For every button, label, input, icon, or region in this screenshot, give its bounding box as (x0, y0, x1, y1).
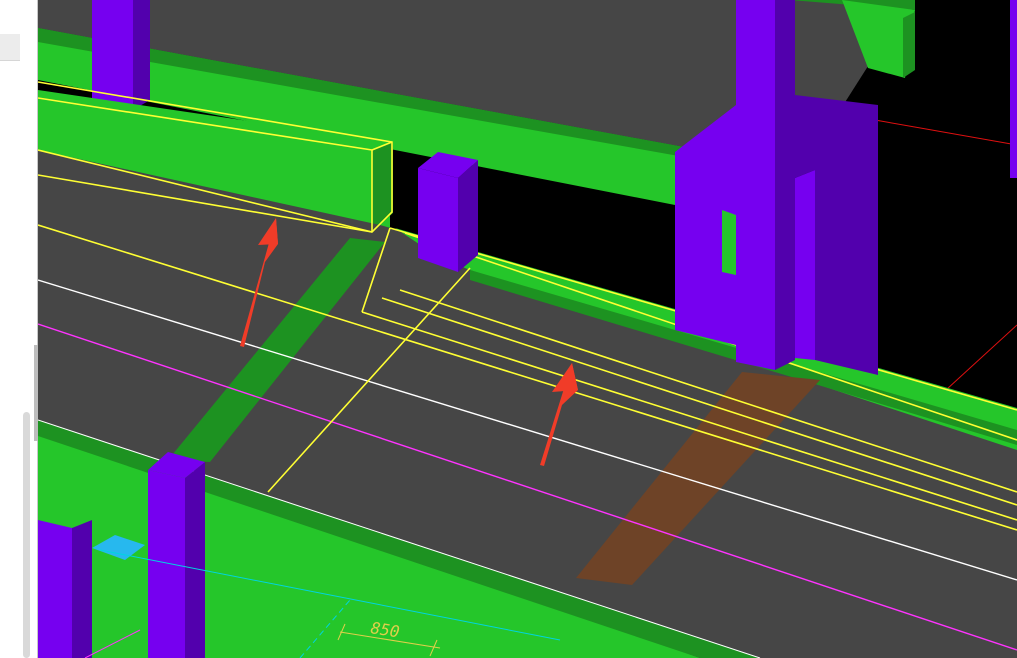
column-lower-left (148, 470, 185, 658)
column-far-right (1010, 0, 1017, 178)
3d-model-viewport[interactable]: 850 (38, 0, 1017, 658)
side-panel-tab[interactable] (0, 34, 20, 61)
column-right-gap (722, 210, 736, 275)
cad-3d-application: 850 (0, 0, 1017, 658)
side-panel-scrollbar[interactable] (23, 412, 30, 658)
column-right-tall-side (775, 0, 795, 370)
upper-right-beam-side (903, 12, 915, 78)
column-bottom-left (38, 520, 72, 658)
column-center (418, 168, 458, 272)
column-right-back-face (795, 170, 815, 360)
column-center-side (458, 160, 478, 272)
column-right-tall (736, 0, 775, 370)
column-lower-left-side (185, 462, 205, 658)
side-panel (0, 0, 38, 658)
column-bottom-left-side (72, 520, 92, 658)
column-upper-left-side (133, 0, 150, 110)
